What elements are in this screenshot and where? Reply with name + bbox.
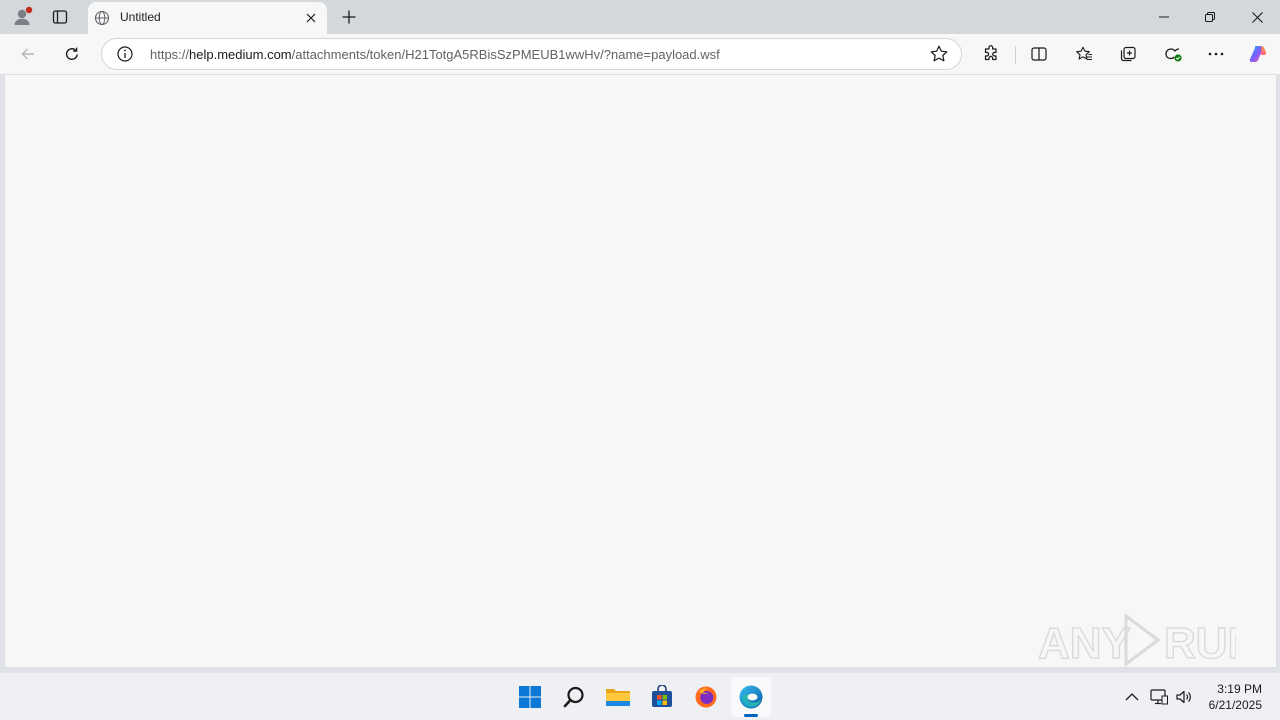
anyrun-watermark: ANY RUN [1037,613,1236,669]
volume-button[interactable] [1172,685,1196,709]
more-icon [1208,52,1224,56]
tab-actions-button[interactable] [46,4,74,30]
back-icon [21,48,34,60]
tab-strip: Untitled [0,0,1280,34]
more-button[interactable] [1202,40,1230,68]
store-icon [652,685,672,707]
search-button[interactable] [554,677,594,717]
show-hidden-icons-icon [1125,693,1139,701]
tab-close-button[interactable] [301,8,321,28]
close-icon [306,13,316,23]
profile-button[interactable] [8,4,36,30]
extensions-icon [984,45,997,61]
refresh-button[interactable] [58,40,86,68]
browser-essentials-icon [1165,48,1182,62]
globe-icon [94,10,110,26]
network-icon [1150,689,1168,705]
taskbar: 3:19 PM 6/21/2025 [0,672,1280,720]
start-icon [519,686,541,708]
url-path: /attachments/token/H21TotgA5RBisSzPMEUB1… [291,47,720,62]
minimize-button[interactable] [1141,0,1187,34]
system-clock[interactable]: 3:19 PM 6/21/2025 [1209,681,1262,713]
profile-icon [14,6,33,25]
restore-button[interactable] [1187,0,1233,34]
clock-date: 6/21/2025 [1208,698,1262,712]
close-icon [1251,11,1263,23]
firefox-button[interactable] [686,677,726,717]
restore-icon [1205,12,1215,22]
favorite-star-icon[interactable] [929,44,949,64]
svg-text:ANY: ANY [1038,619,1131,668]
url-domain: help.medium.com [189,47,292,62]
start-button[interactable] [510,677,550,717]
tab-actions-icon [52,10,68,24]
tab-untitled[interactable]: Untitled [88,2,327,34]
edge-icon [739,685,763,709]
collections-button[interactable] [1114,40,1142,68]
browser-essentials-button[interactable] [1159,40,1187,68]
copilot-button[interactable] [1244,40,1272,68]
page-content [4,74,1277,668]
url-scheme: https:// [150,47,190,62]
url-text[interactable]: https://help.medium.com/attachments/toke… [150,47,720,62]
address-bar[interactable]: https://help.medium.com/attachments/toke… [101,38,962,70]
file-explorer-icon [606,689,630,706]
minimize-icon [1159,16,1169,18]
split-screen-button[interactable] [1025,40,1053,68]
toolbar-separator [1015,46,1016,64]
search-icon [563,686,584,708]
edge-button[interactable] [731,677,771,717]
close-window-button[interactable] [1234,0,1280,34]
tab-title: Untitled [120,10,161,24]
browser-toolbar: https://help.medium.com/attachments/toke… [0,34,1280,74]
extensions-button[interactable] [977,40,1005,68]
store-button[interactable] [642,677,682,717]
plus-icon [342,10,356,24]
new-tab-button[interactable] [336,4,362,30]
network-button[interactable] [1147,685,1171,709]
firefox-icon [695,686,717,708]
svg-text:RUN: RUN [1164,619,1236,668]
clock-time: 3:19 PM [1217,682,1262,696]
split-screen-icon [1031,47,1047,61]
favorites-button[interactable] [1070,40,1098,68]
active-app-indicator [744,714,758,717]
copilot-icon [1249,46,1267,62]
favorites-icon [1076,46,1092,61]
site-info-icon[interactable] [116,45,134,63]
refresh-icon [66,47,78,61]
volume-icon [1176,690,1191,704]
collections-icon [1120,46,1136,62]
show-hidden-icons-button[interactable] [1120,685,1144,709]
back-button[interactable] [14,40,42,68]
file-explorer-button[interactable] [598,677,638,717]
